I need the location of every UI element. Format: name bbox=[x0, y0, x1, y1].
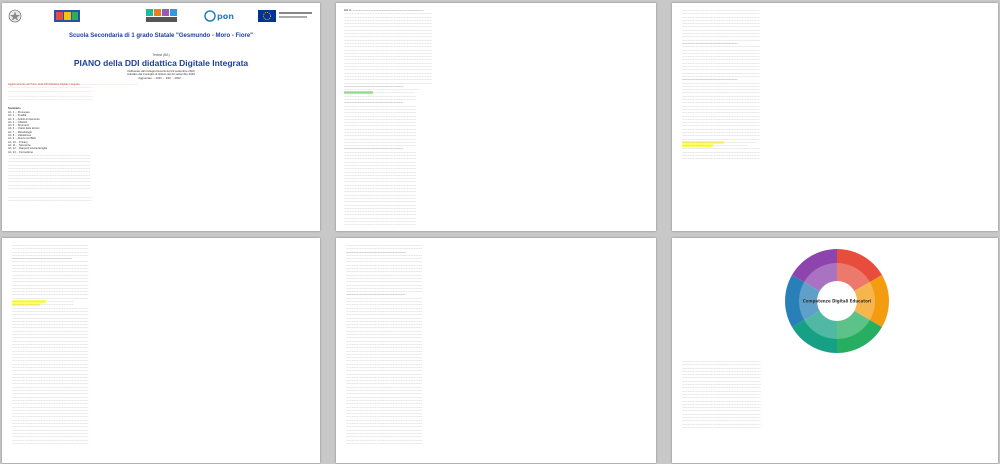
page-6-text: ........................................… bbox=[682, 360, 761, 429]
page-2-text: Art. 1 - ...............................… bbox=[344, 9, 432, 227]
repubblica-emblem-icon bbox=[8, 9, 22, 23]
page-4: ........................................… bbox=[2, 238, 320, 463]
competence-wheel-diagram: Competenze Digitali Educatori bbox=[785, 249, 889, 353]
page-5-text: ........................................… bbox=[346, 244, 423, 445]
page-4-text: ........................................… bbox=[12, 244, 89, 445]
reference-lines: ........................................… bbox=[8, 95, 94, 102]
doc-kicker: Terlizzi (BA) bbox=[152, 53, 170, 57]
page-5: ........................................… bbox=[336, 238, 656, 463]
logo-bar: pon bbox=[8, 7, 314, 27]
doc-info: Deliberato dal Collegio Docenti del 22 s… bbox=[2, 69, 320, 80]
doc-info-line: Aggiornato ... 2021 ... DDI ... 2022 ... bbox=[138, 75, 184, 80]
toc-heading: Sommario bbox=[8, 107, 21, 110]
update-note: Aggiornamento del Piano della DDI Didatt… bbox=[8, 83, 139, 93]
ministero-logo-icon bbox=[146, 9, 177, 22]
page-3: ........................................… bbox=[672, 3, 998, 231]
page-3-text: ........................................… bbox=[682, 9, 760, 161]
footer-note: ........................................… bbox=[8, 196, 92, 203]
table-of-contents: Art. 1 ... Premessa Art. 2 ... Finalità … bbox=[8, 111, 314, 190]
doc-title: PIANO della DDI didattica Digitale Integ… bbox=[73, 58, 249, 68]
pon-logo-icon: pon bbox=[204, 10, 234, 22]
page-6: Competenze Digitali Educatori ..........… bbox=[672, 238, 998, 463]
eu-flag-logo-icon bbox=[258, 10, 312, 22]
svg-text:pon: pon bbox=[217, 12, 234, 21]
school-name: Scuola Secondaria di 1 grado Statale "Ge… bbox=[68, 33, 254, 39]
wheel-center-label: Competenze Digitali Educatori bbox=[803, 299, 872, 304]
page-1: pon Scuola Secondaria di 1 grado Statale… bbox=[2, 3, 320, 231]
page-2: Art. 1 - ...............................… bbox=[336, 3, 656, 231]
scuola-logo-icon bbox=[54, 10, 80, 22]
